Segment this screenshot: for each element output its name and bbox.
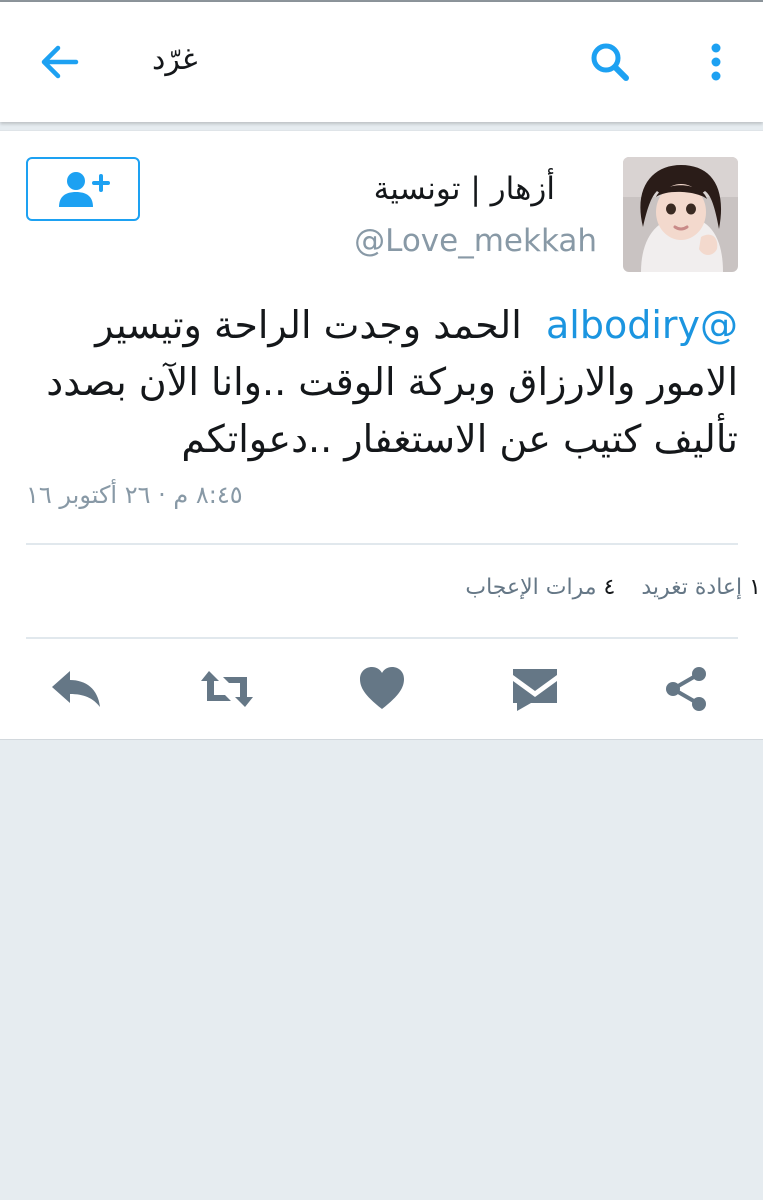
- likes-count: ٤: [603, 575, 616, 600]
- divider: [26, 637, 738, 639]
- mention-link[interactable]: @albodiry: [546, 303, 738, 347]
- like-icon: [360, 667, 404, 709]
- tweet-timestamp: ٨:٤٥ م · ٢٦ أكتوبر ١٦: [26, 481, 243, 509]
- follow-user-icon: [59, 172, 110, 207]
- avatar-image: [623, 157, 738, 272]
- arrow-left-icon: [41, 45, 79, 79]
- share-button[interactable]: [659, 663, 715, 715]
- retweet-button[interactable]: [199, 663, 255, 715]
- retweets-stat[interactable]: ١ إعادة تغريد: [641, 575, 761, 600]
- author-handle[interactable]: @Love_mekkah: [354, 223, 597, 259]
- likes-label: مرات الإعجاب: [465, 575, 597, 600]
- retweets-label: إعادة تغريد: [641, 575, 743, 600]
- reply-icon: [52, 671, 100, 707]
- tweet-text: @albodiry الحمد وجدت الراحة وتيسير الامو…: [22, 297, 738, 468]
- divider: [26, 543, 738, 545]
- more-options-button[interactable]: [696, 36, 736, 88]
- like-button[interactable]: [354, 663, 410, 715]
- app-bar: غرّد: [0, 2, 763, 122]
- avatar[interactable]: [623, 157, 738, 272]
- back-button[interactable]: [36, 38, 84, 86]
- reply-button[interactable]: [48, 663, 104, 715]
- tweet-stats: ١ إعادة تغريد ٤ مرات الإعجاب: [465, 575, 761, 615]
- search-button[interactable]: [584, 36, 636, 88]
- tweet-detail: أزهار | تونسية @Love_mekkah @albodiry ال…: [0, 130, 763, 740]
- page-title: غرّد: [152, 42, 198, 77]
- author-name[interactable]: أزهار | تونسية: [374, 171, 555, 207]
- retweet-icon: [201, 671, 253, 707]
- direct-message-button[interactable]: [507, 663, 563, 715]
- direct-message-icon: [513, 669, 557, 711]
- retweets-count: ١: [749, 575, 761, 600]
- share-icon: [666, 667, 706, 711]
- likes-stat[interactable]: ٤ مرات الإعجاب: [465, 575, 615, 600]
- more-vertical-icon: [711, 43, 721, 81]
- follow-button[interactable]: [26, 157, 140, 221]
- search-icon: [591, 43, 629, 81]
